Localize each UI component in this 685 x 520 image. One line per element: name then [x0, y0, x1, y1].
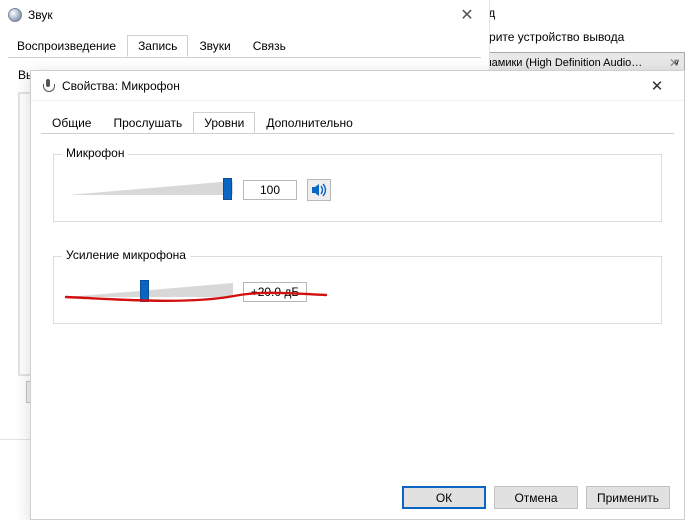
choose-output-label-partial: ыберите устройство вывода [467, 30, 685, 44]
close-icon[interactable]: ✕ [669, 56, 679, 70]
tab-general[interactable]: Общие [41, 112, 102, 134]
ok-button[interactable]: ОК [402, 486, 486, 509]
speaker-button[interactable] [307, 179, 331, 201]
props-title: Свойства: Микрофон [62, 79, 180, 93]
mic-level-label: Микрофон [62, 146, 128, 160]
close-icon[interactable]: ✕ [640, 77, 674, 95]
props-titlebar: Свойства: Микрофон ✕ [31, 71, 684, 101]
output-heading-partial: ывод [467, 6, 685, 20]
mic-boost-row: +20.0 дБ [68, 279, 647, 305]
sound-tabs: Воспроизведение Запись Звуки Связь [0, 30, 489, 57]
microphone-icon [41, 79, 55, 93]
tab-communications[interactable]: Связь [242, 35, 297, 57]
mic-level-value[interactable]: 100 [243, 180, 297, 200]
background-output-panel: ывод ыберите устройство вывода Динамики … [460, 0, 685, 70]
props-tabs: Общие Прослушать Уровни Дополнительно [31, 101, 684, 133]
speaker-icon [311, 183, 327, 197]
tab-sounds[interactable]: Звуки [188, 35, 241, 57]
output-device-value: Динамики (High Definition Audio… [472, 57, 642, 69]
tab-advanced[interactable]: Дополнительно [255, 112, 363, 134]
mic-boost-value[interactable]: +20.0 дБ [243, 282, 307, 302]
close-icon[interactable]: ✕ [453, 5, 481, 25]
mic-boost-group: Усиление микрофона +20.0 дБ [53, 256, 662, 324]
tab-playback[interactable]: Воспроизведение [6, 35, 127, 57]
levels-body: Микрофон 100 Усиление микрофона [41, 133, 674, 488]
tab-recording[interactable]: Запись [127, 35, 188, 57]
dialog-button-bar: ОК Отмена Применить [402, 486, 670, 509]
apply-button[interactable]: Применить [586, 486, 670, 509]
cancel-button[interactable]: Отмена [494, 486, 578, 509]
tab-levels[interactable]: Уровни [193, 112, 255, 134]
sound-icon [8, 8, 22, 22]
sound-titlebar: Звук ✕ [0, 0, 489, 30]
mic-boost-label: Усиление микрофона [62, 248, 190, 262]
mic-level-row: 100 [68, 177, 647, 203]
mic-boost-slider[interactable] [68, 279, 233, 305]
tab-listen[interactable]: Прослушать [102, 112, 193, 134]
mic-level-slider[interactable] [68, 177, 233, 203]
sound-title: Звук [28, 8, 53, 22]
mic-properties-window: Свойства: Микрофон ✕ Общие Прослушать Ур… [30, 70, 685, 520]
mic-level-group: Микрофон 100 [53, 154, 662, 222]
